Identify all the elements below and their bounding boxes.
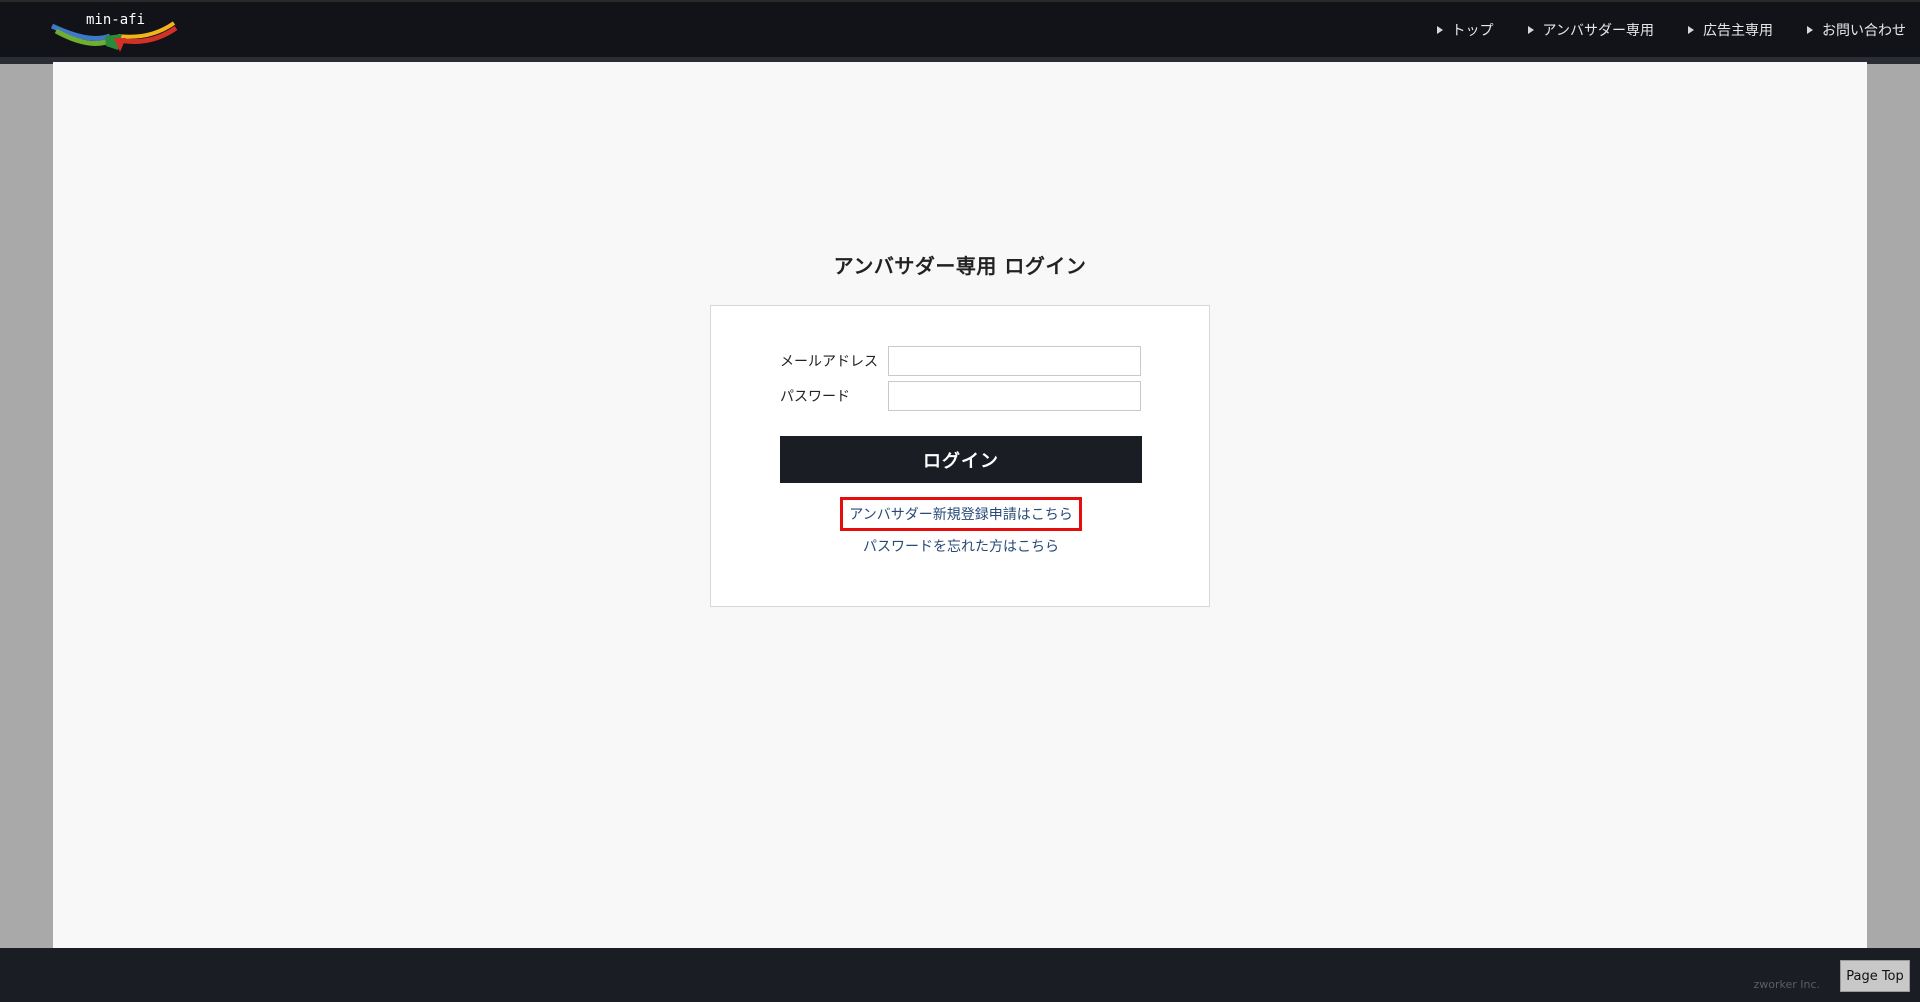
main-content: アンバサダー専用 ログイン メールアドレス パスワード ログイン アンバサダー新…: [53, 62, 1867, 948]
password-input[interactable]: [888, 381, 1141, 411]
register-link[interactable]: アンバサダー新規登録申請はこちら: [840, 497, 1082, 531]
email-row: メールアドレス: [780, 346, 1142, 376]
password-label: パスワード: [780, 389, 850, 405]
nav-label: 広告主専用: [1703, 23, 1773, 39]
nav-item-contact[interactable]: お問い合わせ: [1807, 20, 1906, 40]
nav-label: トップ: [1451, 23, 1494, 39]
password-row: パスワード: [780, 381, 1142, 411]
nav-item-top[interactable]: トップ: [1436, 20, 1494, 40]
email-input[interactable]: [888, 346, 1141, 376]
logo-text: min-afi: [86, 12, 145, 28]
site-header: min-afi トップ アンバサダー専用 広告主専用 お問い合わせ: [0, 0, 1920, 64]
login-button[interactable]: ログイン: [780, 436, 1142, 483]
nav-label: アンバサダー専用: [1542, 23, 1654, 39]
page-top-button[interactable]: Page Top: [1840, 960, 1910, 992]
arrow-right-icon: [1527, 26, 1534, 34]
arrow-right-icon: [1807, 26, 1813, 34]
login-form: メールアドレス パスワード ログイン アンバサダー新規登録申請はこちら パスワー…: [710, 305, 1210, 607]
page-title: アンバサダー専用 ログイン: [833, 254, 1087, 278]
main-nav: トップ アンバサダー専用 広告主専用 お問い合わせ: [1403, 20, 1906, 40]
arrow-right-icon: [1688, 26, 1694, 34]
logo-graphic: min-afi: [50, 12, 178, 52]
site-footer: zworker Inc. Page Top: [0, 948, 1920, 1002]
arrow-right-icon: [1436, 26, 1443, 34]
nav-item-advertiser[interactable]: 広告主専用: [1688, 20, 1773, 40]
email-label: メールアドレス: [780, 354, 878, 370]
forgot-password-link[interactable]: パスワードを忘れた方はこちら: [711, 536, 1211, 556]
site-logo[interactable]: min-afi: [50, 10, 180, 58]
copyright-text: zworker Inc.: [1753, 978, 1820, 991]
nav-item-ambassador[interactable]: アンバサダー専用: [1527, 20, 1654, 40]
nav-label: お問い合わせ: [1822, 23, 1906, 39]
